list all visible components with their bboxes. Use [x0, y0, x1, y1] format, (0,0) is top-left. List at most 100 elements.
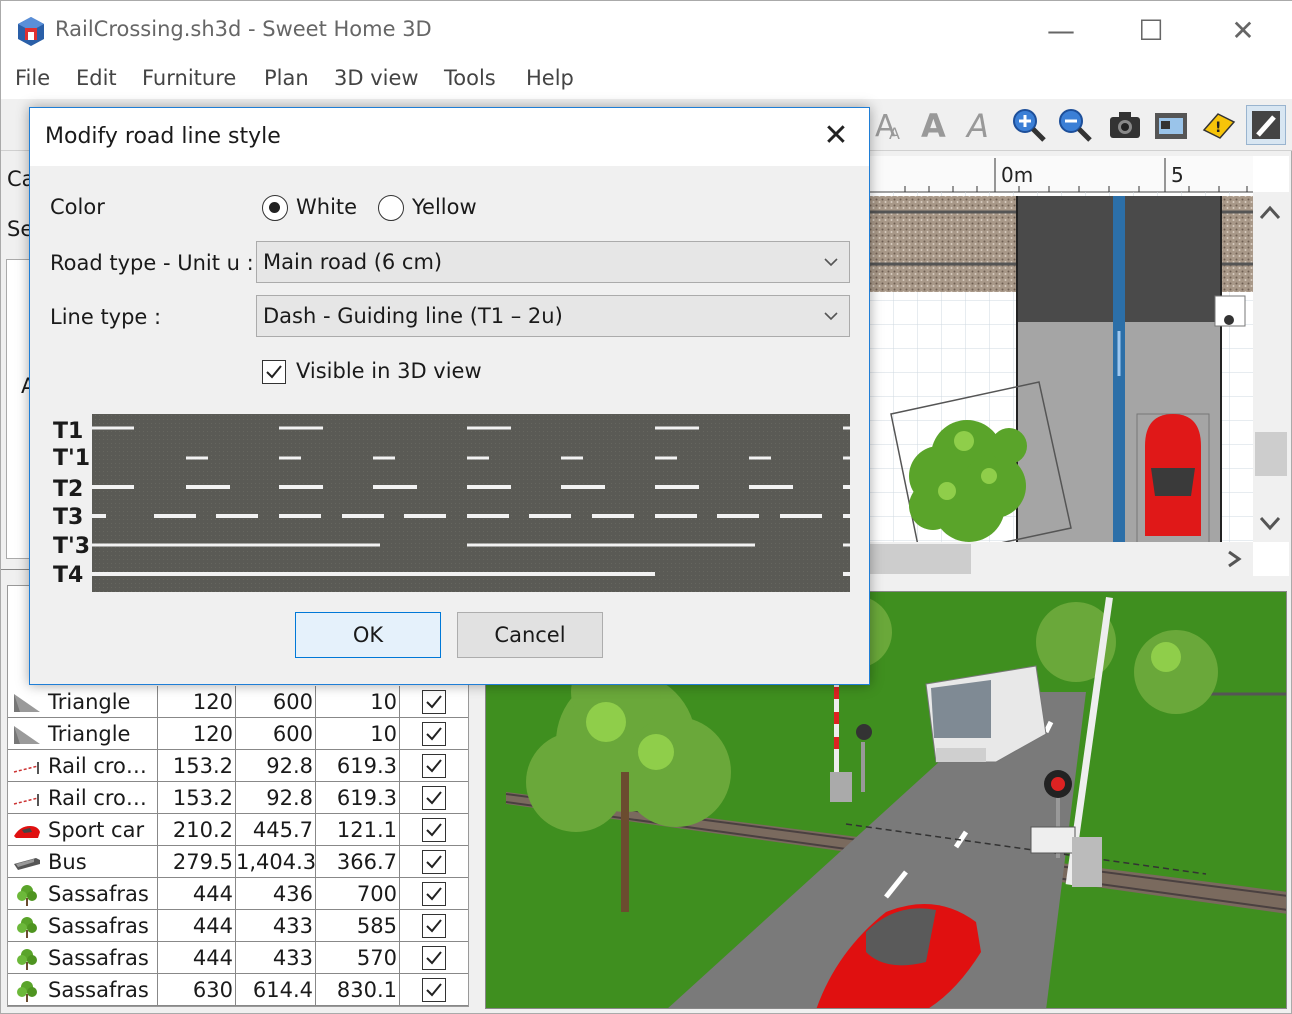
- radio-white-label[interactable]: White: [296, 195, 357, 219]
- dialog-title-bar[interactable]: Modify road line style ✕: [30, 108, 869, 166]
- furniture-w-cell: 444: [158, 910, 236, 942]
- preview-label-t3: T3: [53, 505, 83, 530]
- visible-cell: [400, 814, 468, 846]
- svg-text:A: A: [965, 108, 989, 142]
- menu-3d-view[interactable]: 3D view: [334, 66, 419, 90]
- plan-drawing: 0m 5: [869, 156, 1289, 576]
- bold-text-icon[interactable]: A: [915, 105, 955, 145]
- radio-yellow[interactable]: [378, 195, 404, 221]
- modify-road-line-icon[interactable]: [1246, 105, 1286, 145]
- menu-edit[interactable]: Edit: [76, 66, 117, 90]
- menu-furniture[interactable]: Furniture: [142, 66, 236, 90]
- table-row[interactable]: Bus 279.5 1,404.3 366.7: [8, 846, 468, 878]
- visible-checkbox[interactable]: [422, 978, 446, 1002]
- table-row[interactable]: Triangle 120 600 10: [8, 718, 468, 750]
- italic-text-icon[interactable]: A: [961, 105, 1001, 145]
- furniture-d-cell: 92.8: [236, 782, 316, 814]
- visible-cell: [400, 910, 468, 942]
- furniture-w-cell: 630: [158, 974, 236, 1006]
- furniture-d-cell: 1,404.3: [236, 846, 316, 878]
- preview-label-t1-prime: T'1: [53, 446, 90, 471]
- table-row[interactable]: Sassafras 444 433 585: [8, 910, 468, 942]
- table-row[interactable]: Rail cro… 153.2 92.8 619.3: [8, 750, 468, 782]
- visible-3d-label[interactable]: Visible in 3D view: [296, 359, 482, 383]
- furniture-name: Bus: [48, 850, 87, 874]
- visible-checkbox[interactable]: [422, 690, 446, 714]
- visible-checkbox[interactable]: [422, 722, 446, 746]
- menu-plan[interactable]: Plan: [264, 66, 309, 90]
- create-photo-icon[interactable]: [1105, 105, 1145, 145]
- checkmark-icon: [426, 823, 442, 837]
- zoom-in-icon[interactable]: [1009, 105, 1049, 145]
- visible-checkbox[interactable]: [422, 786, 446, 810]
- furniture-d-cell: 433: [236, 942, 316, 974]
- table-row[interactable]: Triangle 120 600 10: [8, 686, 468, 718]
- furniture-name-cell: Triangle: [8, 718, 158, 750]
- plan-view[interactable]: 0m 5: [869, 156, 1289, 576]
- visible-checkbox[interactable]: [422, 946, 446, 970]
- checkmark-icon: [426, 983, 442, 997]
- menu-file[interactable]: File: [15, 66, 50, 90]
- furniture-w-cell: 153.2: [158, 750, 236, 782]
- checkmark-icon: [266, 365, 282, 379]
- dialog-title: Modify road line style: [45, 124, 281, 149]
- furniture-h-cell: 10: [316, 686, 400, 718]
- visible-cell: [400, 846, 468, 878]
- checkmark-icon: [426, 759, 442, 773]
- line-type-select[interactable]: Dash - Guiding line (T1 – 2u): [256, 295, 850, 337]
- cancel-button[interactable]: Cancel: [457, 612, 603, 658]
- visible-3d-checkbox[interactable]: [262, 360, 286, 384]
- furniture-w-cell: 444: [158, 878, 236, 910]
- preview-label-t4: T4: [53, 563, 83, 588]
- visible-checkbox[interactable]: [422, 850, 446, 874]
- sport-car-icon: [12, 819, 42, 841]
- visible-checkbox[interactable]: [422, 754, 446, 778]
- table-row[interactable]: Sassafras 630 614.4 830.1: [8, 974, 468, 1006]
- checkmark-icon: [426, 887, 442, 901]
- chevron-down-icon: [824, 312, 838, 321]
- tree-icon: [12, 883, 42, 906]
- text-style-icon[interactable]: AA: [869, 105, 909, 145]
- road-type-label: Road type - Unit u :: [50, 251, 254, 275]
- maximize-button[interactable]: ☐: [1121, 11, 1181, 51]
- visible-checkbox[interactable]: [422, 882, 446, 906]
- warning-sign-icon[interactable]: !: [1199, 105, 1239, 145]
- sweet-home-3d-icon: [18, 17, 44, 46]
- table-row[interactable]: Sassafras 444 433 570: [8, 942, 468, 974]
- table-row[interactable]: Sassafras 444 436 700: [8, 878, 468, 910]
- line-type-preview: T1 T'1 T2 T3 T'3 T4: [50, 414, 850, 592]
- furniture-name-cell: Bus: [8, 846, 158, 878]
- road-type-select[interactable]: Main road (6 cm): [256, 241, 850, 283]
- zoom-out-icon[interactable]: [1055, 105, 1095, 145]
- create-video-icon[interactable]: [1151, 105, 1191, 145]
- close-button[interactable]: ✕: [1213, 11, 1273, 51]
- dialog-close-button[interactable]: ✕: [818, 118, 854, 154]
- road-lines-preview: T1 T'1 T2 T3 T'3 T4: [53, 414, 850, 592]
- modify-road-line-dialog: Modify road line style ✕ Color White Yel…: [29, 107, 870, 685]
- furniture-d-cell: 433: [236, 910, 316, 942]
- furniture-w-cell: 153.2: [158, 782, 236, 814]
- furniture-w-cell: 120: [158, 686, 236, 718]
- visible-checkbox[interactable]: [422, 914, 446, 938]
- furniture-name: Sassafras: [48, 978, 149, 1002]
- table-row[interactable]: Sport car 210.2 445.7 121.1: [8, 814, 468, 846]
- furniture-w-cell: 210.2: [158, 814, 236, 846]
- radio-yellow-label[interactable]: Yellow: [412, 195, 477, 219]
- minimize-button[interactable]: —: [1031, 11, 1091, 51]
- title-bar[interactable]: RailCrossing.sh3d - Sweet Home 3D — ☐ ✕: [1, 1, 1292, 61]
- furniture-name-cell: Sassafras: [8, 942, 158, 974]
- ok-button[interactable]: OK: [295, 612, 441, 658]
- checkmark-icon: [426, 919, 442, 933]
- furniture-name-cell: Sassafras: [8, 878, 158, 910]
- furniture-name: Sassafras: [48, 914, 149, 938]
- menu-tools[interactable]: Tools: [444, 66, 496, 90]
- furniture-d-cell: 92.8: [236, 750, 316, 782]
- road-type-value: Main road (6 cm): [263, 250, 443, 274]
- window-title: RailCrossing.sh3d - Sweet Home 3D: [55, 17, 432, 41]
- radio-white[interactable]: [262, 195, 288, 221]
- furniture-w-cell: 120: [158, 718, 236, 750]
- visible-checkbox[interactable]: [422, 818, 446, 842]
- visible-cell: [400, 718, 468, 750]
- menu-help[interactable]: Help: [526, 66, 574, 90]
- table-row[interactable]: Rail cro… 153.2 92.8 619.3: [8, 782, 468, 814]
